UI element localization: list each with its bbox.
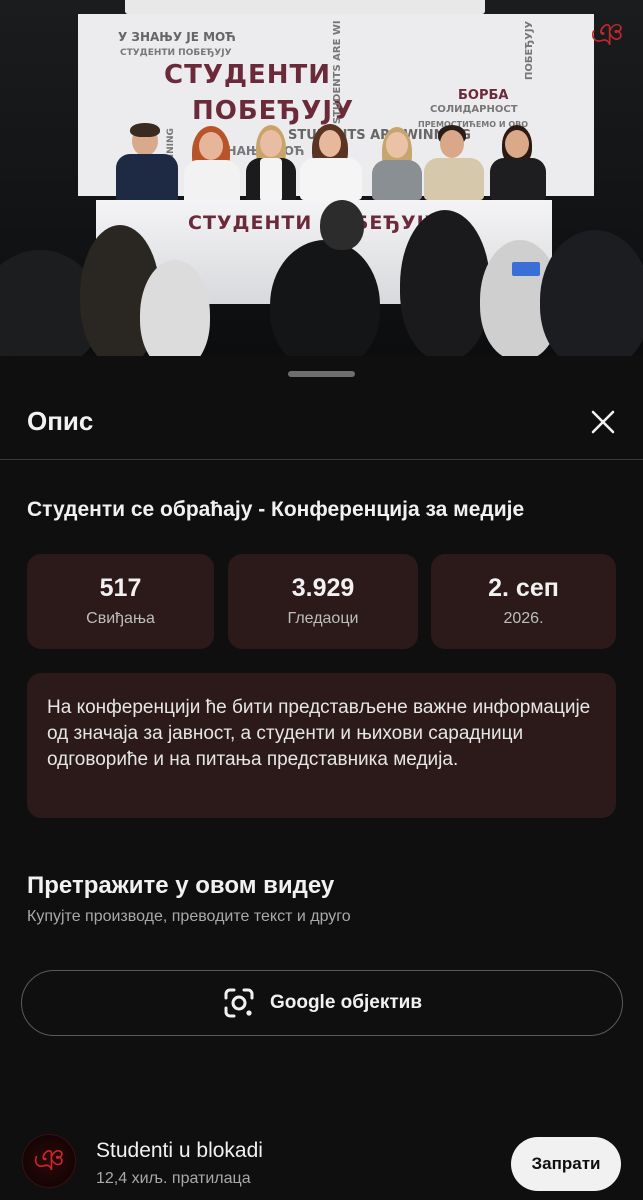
banner-text: СТУДЕНТИ (164, 60, 332, 90)
banner-text-vertical: STUDENTS ARE WI (332, 20, 343, 124)
search-section-subtitle: Купујте производе, преводите текст и дру… (27, 908, 351, 925)
banner-text: СОЛИДАРНОСТ (430, 104, 518, 115)
google-lens-icon (224, 988, 254, 1018)
phone-screen (512, 262, 540, 276)
banner-text: У ЗНАЊУ ЈЕ МОЋ (118, 30, 236, 44)
channel-row[interactable]: ঞ Studenti u blokadi 12,4 хиљ. пратилаца… (0, 1126, 643, 1200)
description-text: На конференцији ће бити представљене важ… (47, 697, 591, 770)
channel-avatar[interactable]: ঞ (22, 1134, 76, 1188)
stat-label: Гледаоци (287, 610, 359, 627)
search-section-title: Претражите у овом видеу (27, 872, 335, 899)
google-lens-button[interactable]: Google објектив (21, 970, 623, 1036)
likes-stat: 517 Свиђања (27, 554, 214, 649)
channel-watermark-logo: ঞ (590, 16, 624, 52)
banner-text: БОРБА (458, 88, 509, 103)
banner-text: ПОБЕЂУЈУ (192, 96, 355, 126)
stat-label: Свиђања (86, 610, 155, 627)
google-lens-label: Google објектив (269, 992, 423, 1013)
description-box[interactable]: На конференцији ће бити представљене важ… (27, 673, 616, 818)
ceiling-light (125, 0, 485, 14)
stat-value: 2. сеп (488, 574, 559, 602)
sheet-title: Опис (27, 406, 94, 436)
stat-label: 2026. (503, 610, 544, 627)
stats-row: 517 Свиђања 3.929 Гледаоци 2. сеп 2026. (27, 554, 616, 649)
video-title: Студенти се обраћају - Конференција за м… (27, 498, 525, 521)
follow-button[interactable]: Запрати (511, 1137, 621, 1191)
stat-value: 3.929 (291, 574, 355, 602)
drag-handle[interactable] (288, 371, 355, 377)
channel-name[interactable]: Studenti u blokadi (96, 1139, 263, 1163)
stat-value: 517 (99, 574, 142, 602)
header-divider (0, 459, 643, 460)
close-icon (591, 410, 615, 434)
video-player[interactable]: У ЗНАЊУ ЈЕ МОЋ СТУДЕНТИ ПОБЕЂУЈУ СТУДЕНТ… (0, 0, 643, 356)
table-banner-text: СТУДЕНТИ ПОБЕЂУЈУ (188, 212, 441, 234)
description-sheet: Опис Студенти се обраћају - Конференција… (0, 356, 643, 1200)
audience-member (320, 200, 364, 250)
audience-member (540, 230, 643, 356)
channel-logo-glyph: ঞ (33, 1144, 65, 1177)
sheet-header: Опис (0, 396, 643, 460)
audience-member (400, 210, 490, 356)
date-stat: 2. сеп 2026. (431, 554, 616, 649)
close-button[interactable] (581, 400, 625, 444)
banner-text-vertical: ПОБЕЂУЈУ (524, 20, 535, 80)
banner-text: СТУДЕНТИ ПОБЕЂУЈУ (120, 48, 232, 58)
viewers-stat: 3.929 Гледаоци (228, 554, 418, 649)
channel-subscriber-count: 12,4 хиљ. пратилаца (96, 1170, 251, 1187)
